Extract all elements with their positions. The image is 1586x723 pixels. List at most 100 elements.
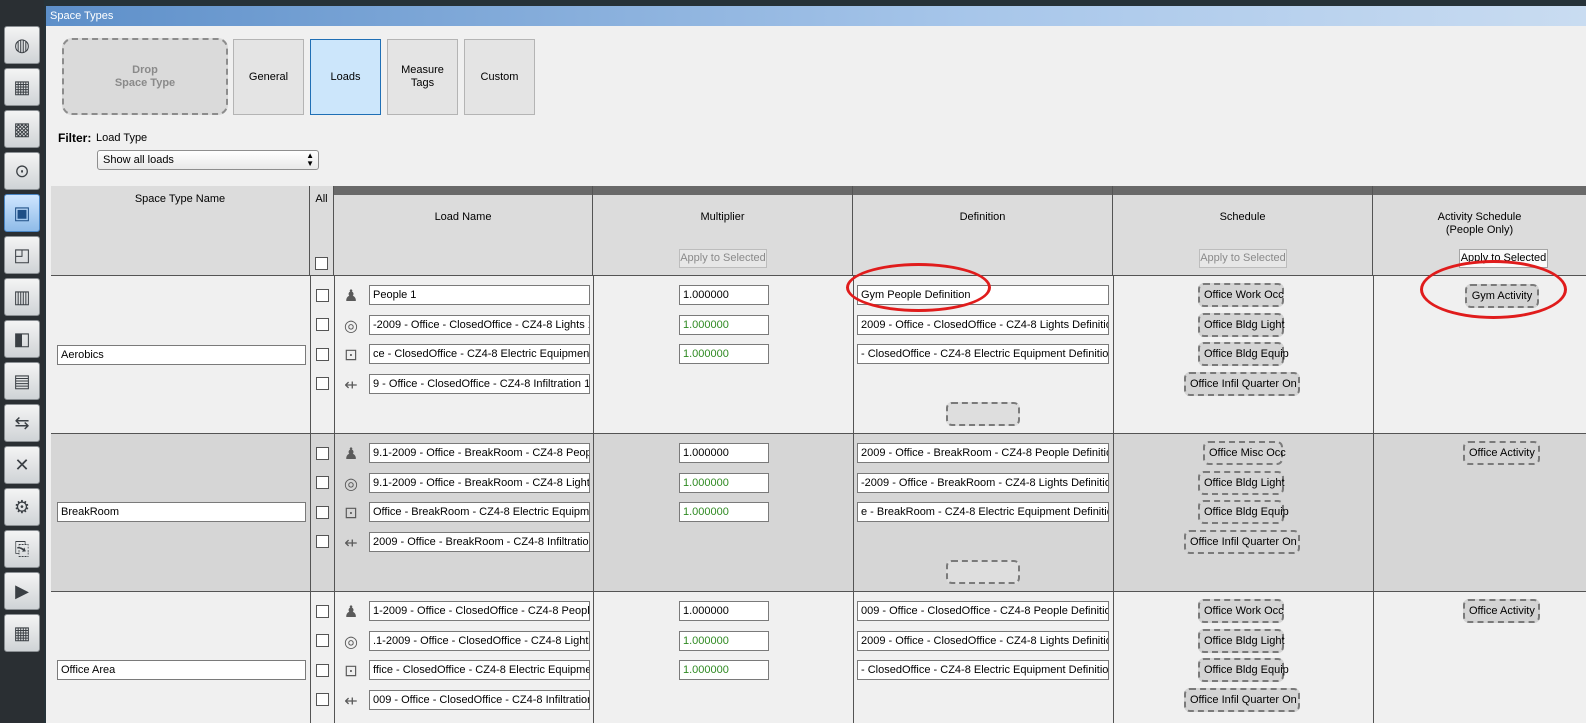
load-select-checkbox[interactable] [316, 605, 329, 618]
multiplier-field[interactable]: 1.000000 [679, 315, 769, 335]
schedule-pill[interactable]: Office Bldg Equip [1198, 500, 1289, 524]
multiplier-apply-to-selected-button[interactable]: Apply to Selected [679, 249, 767, 268]
schedule-pill[interactable]: Office Bldg Light [1198, 629, 1285, 653]
schedules-icon[interactable]: ▦ [4, 68, 40, 106]
tab-custom[interactable]: Custom [464, 39, 535, 115]
filter-label: Filter: [58, 131, 92, 145]
load-select-checkbox[interactable] [316, 535, 329, 548]
load-name-field[interactable]: People 1 [369, 285, 590, 305]
definition-field[interactable]: -2009 - Office - BreakRoom - CZ4-8 Light… [857, 473, 1109, 493]
load-select-checkbox[interactable] [316, 476, 329, 489]
load-type-select[interactable]: Show all loads ▲ ▼ [97, 150, 319, 170]
load-select-checkbox[interactable] [316, 693, 329, 706]
header-schedule: Schedule Apply to Selected [1113, 186, 1373, 275]
activity-schedule-pill[interactable]: Office Activity [1463, 441, 1540, 465]
schedule-pill[interactable]: Office Bldg Light [1198, 471, 1285, 495]
load-select-checkbox[interactable] [316, 634, 329, 647]
activity-apply-to-selected-button[interactable]: Apply to Selected [1459, 249, 1548, 268]
tab-general[interactable]: General [233, 39, 304, 115]
load-type-select-value: Show all loads [103, 154, 174, 166]
multiplier-field[interactable]: 1.000000 [679, 285, 769, 305]
results-summary-icon[interactable]: ▦ [4, 614, 40, 652]
definition-field[interactable]: - ClosedOffice - CZ4-8 Electric Equipmen… [857, 344, 1109, 364]
definition-field[interactable]: Gym People Definition [857, 285, 1109, 305]
geometry-icon[interactable]: ◰ [4, 236, 40, 274]
load-name-field[interactable]: 9 - Office - ClosedOffice - CZ4-8 Infilt… [369, 374, 590, 394]
run-simulation-icon[interactable]: ▶ [4, 572, 40, 610]
person-icon: ♟ [343, 446, 359, 463]
spaces-icon[interactable]: ◧ [4, 320, 40, 358]
load-name-field[interactable]: 009 - Office - ClosedOffice - CZ4-8 Infi… [369, 690, 590, 710]
schedule-pill[interactable]: Office Misc Occ [1203, 441, 1286, 465]
definition-field[interactable]: 2009 - Office - ClosedOffice - CZ4-8 Lig… [857, 631, 1109, 651]
schedule-pill[interactable]: Office Work Occ [1198, 283, 1284, 307]
select-all-checkbox[interactable] [315, 257, 328, 270]
schedule-pill[interactable]: Office Infil Quarter On [1184, 530, 1300, 554]
site-icon[interactable]: ◍ [4, 26, 40, 64]
schedule-pill[interactable]: Office Infil Quarter On [1184, 372, 1300, 396]
space-types-icon[interactable]: ▣ [4, 194, 40, 232]
definition-drop-zone[interactable] [946, 402, 1020, 426]
hvac-systems-icon[interactable]: ⇆ [4, 404, 40, 442]
activity-schedule-pill[interactable]: Gym Activity [1465, 284, 1539, 308]
tab-measure-tags[interactable]: Measure Tags [387, 39, 458, 115]
left-toolbar: ◍ ▦ ▩ ⊙ ▣ ◰ ▥ ◧ ▤ ⇆ ✕ ⚙ ⎘ ▶ ▦ [0, 0, 44, 723]
definition-field[interactable]: 2009 - Office - BreakRoom - CZ4-8 People… [857, 443, 1109, 463]
schedule-pill[interactable]: Office Bldg Equip [1198, 342, 1289, 366]
multiplier-field[interactable]: 1.000000 [679, 631, 769, 651]
load-select-checkbox[interactable] [316, 348, 329, 361]
definition-drop-zone[interactable] [946, 560, 1020, 584]
multiplier-field[interactable]: 1.000000 [679, 443, 769, 463]
multiplier-field[interactable]: 1.000000 [679, 344, 769, 364]
multiplier-field[interactable]: 1.000000 [679, 502, 769, 522]
schedule-pill[interactable]: Office Bldg Equip [1198, 658, 1289, 682]
definition-field[interactable]: 2009 - Office - ClosedOffice - CZ4-8 Lig… [857, 315, 1109, 335]
multiplier-field[interactable]: 1.000000 [679, 601, 769, 621]
outlet-icon: ⊡ [344, 663, 358, 680]
load-name-field[interactable]: ffice - ClosedOffice - CZ4-8 Electric Eq… [369, 660, 590, 680]
multiplier-field[interactable]: 1.000000 [679, 660, 769, 680]
load-select-checkbox[interactable] [316, 664, 329, 677]
definition-field[interactable]: - ClosedOffice - CZ4-8 Electric Equipmen… [857, 660, 1109, 680]
load-name-field[interactable]: 1-2009 - Office - ClosedOffice - CZ4-8 P… [369, 601, 590, 621]
tab-loads[interactable]: Loads [310, 39, 381, 115]
infiltration-icon: ⇷ [344, 693, 358, 710]
facility-icon[interactable]: ▥ [4, 278, 40, 316]
load-select-checkbox[interactable] [316, 377, 329, 390]
multiplier-field[interactable]: 1.000000 [679, 473, 769, 493]
load-select-checkbox[interactable] [316, 506, 329, 519]
schedule-pill[interactable]: Office Bldg Light [1198, 313, 1285, 337]
header-load-name: Load Name [334, 186, 593, 275]
simulation-settings-icon[interactable]: ⎘ [4, 530, 40, 568]
activity-schedule-pill[interactable]: Office Activity [1463, 599, 1540, 623]
definition-field[interactable]: 009 - Office - ClosedOffice - CZ4-8 Peop… [857, 601, 1109, 621]
space-type-name-field[interactable]: BreakRoom [57, 502, 306, 522]
load-name-field[interactable]: Office - BreakRoom - CZ4-8 Electric Equi… [369, 502, 590, 522]
load-name-field[interactable]: 9.1-2009 - Office - BreakRoom - CZ4-8 Li… [369, 473, 590, 493]
constructions-icon[interactable]: ▩ [4, 110, 40, 148]
loads-icon[interactable]: ⊙ [4, 152, 40, 190]
thermal-zones-icon[interactable]: ▤ [4, 362, 40, 400]
measures-icon[interactable]: ⚙ [4, 488, 40, 526]
load-name-field[interactable]: 9.1-2009 - Office - BreakRoom - CZ4-8 Pe… [369, 443, 590, 463]
space-type-name-field[interactable]: Office Area [57, 660, 306, 680]
space-type-row: Office Area ♟ ◎ ⊡ ⇷ 1-2009 - Office - Cl… [51, 592, 1586, 723]
schedule-pill[interactable]: Office Work Occ [1198, 599, 1284, 623]
load-select-checkbox[interactable] [316, 447, 329, 460]
building-summary-icon[interactable]: ✕ [4, 446, 40, 484]
filter-load-type-label: Load Type [96, 132, 148, 144]
drop-space-type-zone[interactable]: Drop Space Type [62, 38, 228, 115]
space-type-row: BreakRoom ♟ ◎ ⊡ ⇷ 9.1-2009 - Office - Br… [51, 434, 1586, 592]
header-definition: Definition [853, 186, 1113, 275]
outlet-icon: ⊡ [344, 505, 358, 522]
load-select-checkbox[interactable] [316, 289, 329, 302]
space-type-name-field[interactable]: Aerobics [57, 345, 306, 365]
schedule-apply-to-selected-button[interactable]: Apply to Selected [1199, 249, 1287, 268]
load-name-field[interactable]: 2009 - Office - BreakRoom - CZ4-8 Infilt… [369, 532, 590, 552]
load-name-field[interactable]: ce - ClosedOffice - CZ4-8 Electric Equip… [369, 344, 590, 364]
schedule-pill[interactable]: Office Infil Quarter On [1184, 688, 1300, 712]
load-select-checkbox[interactable] [316, 318, 329, 331]
definition-field[interactable]: e - BreakRoom - CZ4-8 Electric Equipment… [857, 502, 1109, 522]
load-name-field[interactable]: -2009 - Office - ClosedOffice - CZ4-8 Li… [369, 315, 590, 335]
load-name-field[interactable]: .1-2009 - Office - ClosedOffice - CZ4-8 … [369, 631, 590, 651]
